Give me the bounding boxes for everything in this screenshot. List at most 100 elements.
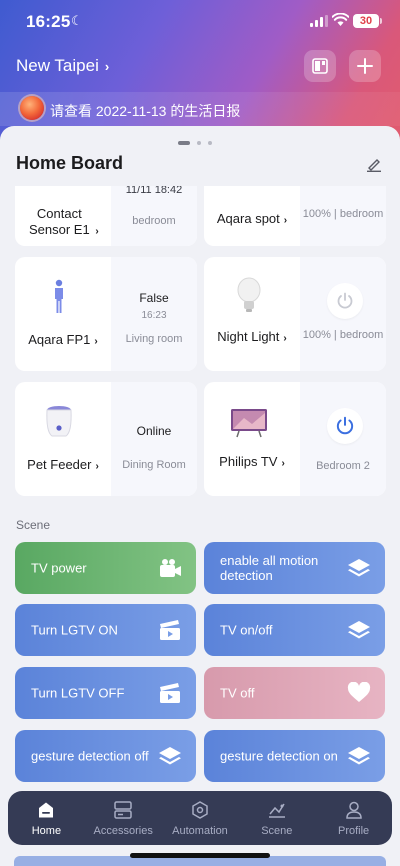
layers-icon [348,621,370,639]
tab-home[interactable]: Home [8,791,85,845]
scene-label: Turn LGTV ON [31,622,118,638]
power-icon [336,416,354,435]
device-room: 100% | bedroom [302,208,384,220]
edit-icon[interactable] [366,156,382,172]
power-toggle[interactable] [327,408,363,444]
video-camera-icon [160,559,181,577]
page-indicator[interactable] [178,141,212,145]
location-selector[interactable]: New Taipei › [16,56,109,76]
device-card-contact-sensor[interactable]: Contact Sensor E1 › 11/11 18:42 bedroom [15,186,197,246]
chevron-right-icon: › [95,461,99,472]
accessories-icon [114,801,132,819]
clapperboard-icon [160,620,180,640]
device-name: Aqara spot › [204,211,300,229]
home-indicator [130,853,270,858]
layers-icon [348,559,370,577]
device-name: Night Light › [204,329,300,347]
scene-turn-lgtv-off[interactable]: Turn LGTV OFF [15,667,196,719]
page-dot [208,141,212,145]
scene-gesture-detection-on[interactable]: gesture detection on [204,730,385,782]
tv-icon [231,409,267,438]
chevron-right-icon: › [95,226,99,237]
device-status-panel [111,382,197,496]
person-icon [55,279,63,313]
device-name-text: Aqara spot [216,211,280,226]
chevron-right-icon: › [104,58,110,74]
tab-automation[interactable]: Automation [162,791,239,845]
device-room: Living room [125,333,183,345]
scene-gesture-detection-off[interactable]: gesture detection off [15,730,196,782]
page-dot [178,141,190,145]
battery-cap [380,18,382,24]
device-subvalue: 16:23 [141,310,167,321]
device-card-aqara-spot[interactable]: Aqara spot › 100% | bedroom [204,186,386,246]
device-room: Bedroom 2 [316,460,370,472]
tab-bar: Home Accessories Automation Scene Profil… [8,791,392,845]
layers-icon [159,747,181,765]
scene-label: enable all motion detection [220,553,319,583]
layout-button[interactable] [304,50,336,82]
signal-icon [310,15,328,27]
tab-label: Profile [337,825,370,837]
tab-label: Scene [261,825,293,837]
chevron-right-icon: › [281,458,285,469]
device-value: False [139,291,169,305]
scene-tv-on-off[interactable]: TV on/off [204,604,385,656]
battery-indicator: 30 [353,14,379,28]
scene-section-label: Scene [16,518,51,532]
scene-label: gesture detection on [220,748,338,764]
device-room: Dining Room [122,459,186,471]
scene-label: TV power [31,560,87,576]
status-bar: 16:25 ☾ 30 [0,0,400,44]
add-button[interactable] [349,50,381,82]
board-title: Home Board [16,153,124,173]
scene-label: Turn LGTV OFF [31,685,125,701]
chevron-right-icon: › [283,333,287,344]
device-name: Philips TV › [204,454,300,472]
heart-icon [347,682,371,702]
device-card-philips-tv[interactable]: Philips TV › Bedroom 2 [204,382,386,496]
layers-icon [348,747,370,765]
tab-accessories[interactable]: Accessories [85,791,162,845]
scene-tv-off[interactable]: TV off [204,667,385,719]
scene-tv-power[interactable]: TV power [15,542,196,594]
power-toggle[interactable] [327,283,363,319]
tab-profile[interactable]: Profile [315,791,392,845]
scene-enable-all-motion-detection[interactable]: enable all motion detection [204,542,385,594]
device-grid: Contact Sensor E1 › 11/11 18:42 bedroom A… [0,186,400,500]
device-card-night-light[interactable]: Night Light › 100% | bedroom [204,257,386,371]
location-name: New Taipei [16,56,99,75]
page-dot [197,141,201,145]
tab-scene[interactable]: Scene [238,791,315,845]
chevron-right-icon: › [94,336,98,347]
device-value: 11/11 18:42 [125,186,183,196]
device-name: Aqara FP1 › [15,332,111,350]
scene-label: gesture detection off [31,748,149,764]
power-icon [337,292,353,309]
layout-icon [312,58,328,74]
profile-icon [345,801,362,819]
scene-label: TV off [220,685,255,701]
lightbulb-icon [237,277,261,312]
tab-label: Accessories [93,825,153,837]
wifi-icon [332,13,349,26]
device-name: Pet Feeder › [15,457,111,475]
chevron-right-icon: › [283,215,288,226]
moon-icon: ☾ [71,13,83,28]
device-name-text: Philips TV [219,454,278,469]
device-room: 100% | bedroom [302,329,384,341]
daily-report-banner[interactable]: 请查看 2022-11-13 的生活日报 [0,92,400,126]
device-name-text: Aqara FP1 [28,332,91,347]
device-name-text: Night Light [217,329,280,344]
status-time: 16:25 [26,12,71,31]
device-value: Online [136,424,172,438]
home-icon [39,802,54,818]
clapperboard-icon [160,683,180,703]
scene-icon [268,803,285,818]
pet-feeder-icon [46,406,72,437]
device-card-pet-feeder[interactable]: Pet Feeder › Online Dining Room [15,382,197,496]
device-name-text: Contact Sensor E1 [28,206,90,237]
device-card-aqara-fp1[interactable]: Aqara FP1 › False 16:23 Living room [15,257,197,371]
tab-label: Home [31,825,62,837]
scene-turn-lgtv-on[interactable]: Turn LGTV ON [15,604,196,656]
